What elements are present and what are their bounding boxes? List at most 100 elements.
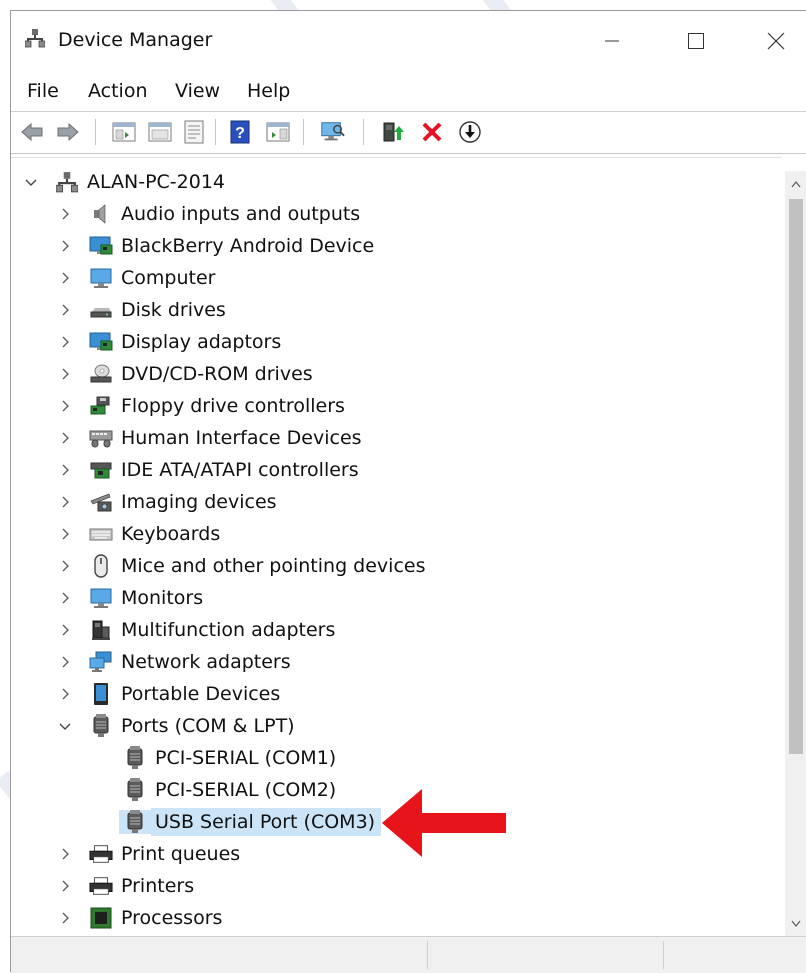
processor-icon	[89, 906, 113, 930]
menu-file[interactable]: File	[27, 80, 59, 102]
tree-item-dvd-cd-rom-drives[interactable]: DVD/CD-ROM drives	[59, 360, 313, 388]
forward-icon[interactable]	[55, 119, 81, 145]
scroll-thumb[interactable]	[789, 199, 803, 754]
speaker-icon	[89, 202, 113, 226]
tree-item-print-queues[interactable]: Print queues	[59, 840, 240, 868]
maximize-button[interactable]	[673, 23, 719, 59]
tree-item-label: Display adaptors	[121, 331, 282, 353]
tree-item-label: PCI-SERIAL (COM2)	[155, 779, 337, 801]
help-icon[interactable]: ?	[227, 119, 253, 145]
minimize-button[interactable]	[589, 23, 635, 59]
properties-icon[interactable]	[147, 119, 173, 145]
back-icon[interactable]	[19, 119, 45, 145]
tree-item-printers[interactable]: Printers	[59, 872, 194, 900]
tree-item-ports-com-lpt[interactable]: Ports (COM & LPT)	[59, 712, 295, 740]
portable-device-icon	[89, 682, 113, 706]
title-bar[interactable]: Device Manager	[11, 11, 806, 71]
chevron-right-icon[interactable]	[59, 560, 71, 572]
tree-item-label: Network adapters	[121, 651, 291, 673]
port-icon	[89, 714, 113, 738]
computer-network-icon	[55, 170, 79, 194]
show-hide-console-tree-icon[interactable]	[111, 119, 137, 145]
tree-item-mice-and-other-pointing-devices[interactable]: Mice and other pointing devices	[59, 552, 425, 580]
chevron-right-icon[interactable]	[59, 336, 71, 348]
toolbar: ?	[11, 111, 806, 154]
tree-item-label: PCI-SERIAL (COM1)	[155, 747, 337, 769]
scroll-down-icon[interactable]	[789, 917, 803, 931]
properties-sheet-icon[interactable]	[181, 119, 207, 145]
tree-item-monitors[interactable]: Monitors	[59, 584, 203, 612]
chevron-right-icon[interactable]	[59, 400, 71, 412]
scan-hardware-icon[interactable]	[319, 119, 345, 145]
chevron-right-icon[interactable]	[59, 496, 71, 508]
menu-help[interactable]: Help	[247, 80, 290, 102]
tree-item-floppy-drive-controllers[interactable]: Floppy drive controllers	[59, 392, 345, 420]
disable-device-icon[interactable]	[457, 119, 483, 145]
hid-icon	[89, 426, 113, 450]
toolbar-separator	[303, 119, 304, 145]
tree-item-label: Mice and other pointing devices	[121, 555, 426, 577]
tree-item-label: Portable Devices	[121, 683, 281, 705]
action-pane-icon[interactable]	[265, 119, 291, 145]
tree-item-label: Human Interface Devices	[121, 427, 362, 449]
chevron-right-icon[interactable]	[59, 624, 71, 636]
chevron-right-icon[interactable]	[59, 912, 71, 924]
tree-item-portable-devices[interactable]: Portable Devices	[59, 680, 280, 708]
window-title: Device Manager	[58, 29, 213, 51]
chevron-right-icon[interactable]	[59, 208, 71, 220]
tree-item-usb-serial-port-com3[interactable]: USB Serial Port (COM3)	[119, 808, 382, 836]
chevron-right-icon[interactable]	[59, 368, 71, 380]
tree-item-human-interface-devices[interactable]: Human Interface Devices	[59, 424, 362, 452]
tree-item-blackberry-android-device[interactable]: BlackBerry Android Device	[59, 232, 374, 260]
dvd-drive-icon	[89, 362, 113, 386]
menu-action[interactable]: Action	[88, 80, 148, 102]
tree-item-pci-serial-com1[interactable]: PCI-SERIAL (COM1)	[123, 744, 336, 772]
tree-item-network-adapters[interactable]: Network adapters	[59, 648, 291, 676]
chevron-down-icon[interactable]	[25, 176, 37, 188]
tree-item-pci-serial-com2[interactable]: PCI-SERIAL (COM2)	[123, 776, 336, 804]
menu-view[interactable]: View	[175, 80, 220, 102]
tree-item-display-adaptors[interactable]: Display adaptors	[59, 328, 281, 356]
update-driver-icon[interactable]	[381, 119, 407, 145]
floppy-controller-icon	[89, 394, 113, 418]
chevron-right-icon[interactable]	[59, 304, 71, 316]
chevron-right-icon[interactable]	[59, 464, 71, 476]
chevron-right-icon[interactable]	[59, 272, 71, 284]
tree-item-label: Audio inputs and outputs	[121, 203, 361, 225]
tree-item-multifunction-adapters[interactable]: Multifunction adapters	[59, 616, 335, 644]
chevron-right-icon[interactable]	[59, 656, 71, 668]
tree-item-label: Disk drives	[121, 299, 226, 321]
tree-item-computer[interactable]: Computer	[59, 264, 215, 292]
tree-item-label: Processors	[121, 907, 223, 929]
scroll-up-icon[interactable]	[789, 177, 803, 191]
vertical-scrollbar[interactable]	[785, 171, 806, 941]
tree-item-label: Computer	[121, 267, 216, 289]
tree-item-disk-drives[interactable]: Disk drives	[59, 296, 226, 324]
chevron-right-icon[interactable]	[59, 592, 71, 604]
chevron-right-icon[interactable]	[59, 688, 71, 700]
tree-item-keyboards[interactable]: Keyboards	[59, 520, 220, 548]
tree-item-label: Printers	[121, 875, 195, 897]
toolbar-separator	[363, 119, 364, 145]
chevron-right-icon[interactable]	[59, 848, 71, 860]
tree-root[interactable]: ALAN-PC-2014	[25, 168, 225, 196]
chevron-down-icon[interactable]	[59, 720, 71, 732]
tree-item-imaging-devices[interactable]: Imaging devices	[59, 488, 277, 516]
keyboard-icon	[89, 522, 113, 546]
chevron-right-icon[interactable]	[59, 528, 71, 540]
close-button[interactable]	[753, 23, 799, 59]
chevron-right-icon[interactable]	[59, 432, 71, 444]
tree-item-audio-inputs-and-outputs[interactable]: Audio inputs and outputs	[59, 200, 360, 228]
tree-item-ide-ata-atapi-controllers[interactable]: IDE ATA/ATAPI controllers	[59, 456, 359, 484]
tree-item-label: IDE ATA/ATAPI controllers	[121, 459, 359, 481]
uninstall-icon[interactable]	[419, 119, 445, 145]
chevron-right-icon[interactable]	[59, 240, 71, 252]
tree-item-label: Keyboards	[121, 523, 221, 545]
monitor-icon	[89, 586, 113, 610]
ide-controller-icon	[89, 458, 113, 482]
printer-icon	[89, 874, 113, 898]
tree-item-label: Imaging devices	[121, 491, 277, 513]
tree-item-processors[interactable]: Processors	[59, 904, 222, 932]
printer-icon	[89, 842, 113, 866]
chevron-right-icon[interactable]	[59, 880, 71, 892]
